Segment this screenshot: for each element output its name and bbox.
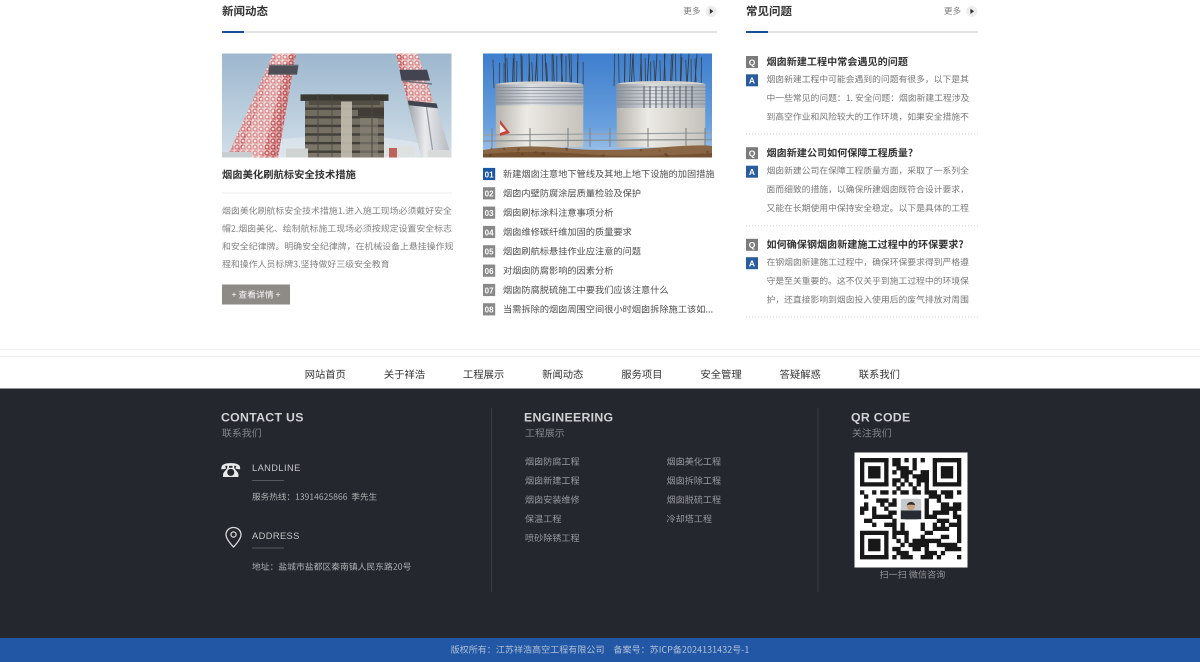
svg-text:01: 01 bbox=[485, 170, 494, 179]
svg-text:CONTACT US: CONTACT US bbox=[221, 411, 304, 425]
svg-text:08: 08 bbox=[485, 306, 494, 315]
svg-text:A: A bbox=[749, 259, 755, 269]
svg-text:06: 06 bbox=[485, 267, 494, 276]
svg-text:ADDRESS: ADDRESS bbox=[252, 531, 300, 541]
svg-text:Q: Q bbox=[749, 57, 756, 67]
svg-text:A: A bbox=[749, 167, 755, 177]
svg-text:07: 07 bbox=[485, 286, 494, 295]
svg-text:04: 04 bbox=[485, 228, 494, 237]
svg-text:03: 03 bbox=[485, 209, 494, 218]
svg-text:LANDLINE: LANDLINE bbox=[252, 463, 301, 473]
svg-text:Q: Q bbox=[749, 240, 756, 250]
svg-text:ENGINEERING: ENGINEERING bbox=[524, 411, 613, 425]
svg-text:02: 02 bbox=[485, 190, 494, 199]
svg-text:QR CODE: QR CODE bbox=[851, 411, 911, 425]
svg-text:A: A bbox=[749, 76, 755, 86]
svg-text:05: 05 bbox=[485, 248, 494, 257]
svg-text:Q: Q bbox=[749, 149, 756, 159]
